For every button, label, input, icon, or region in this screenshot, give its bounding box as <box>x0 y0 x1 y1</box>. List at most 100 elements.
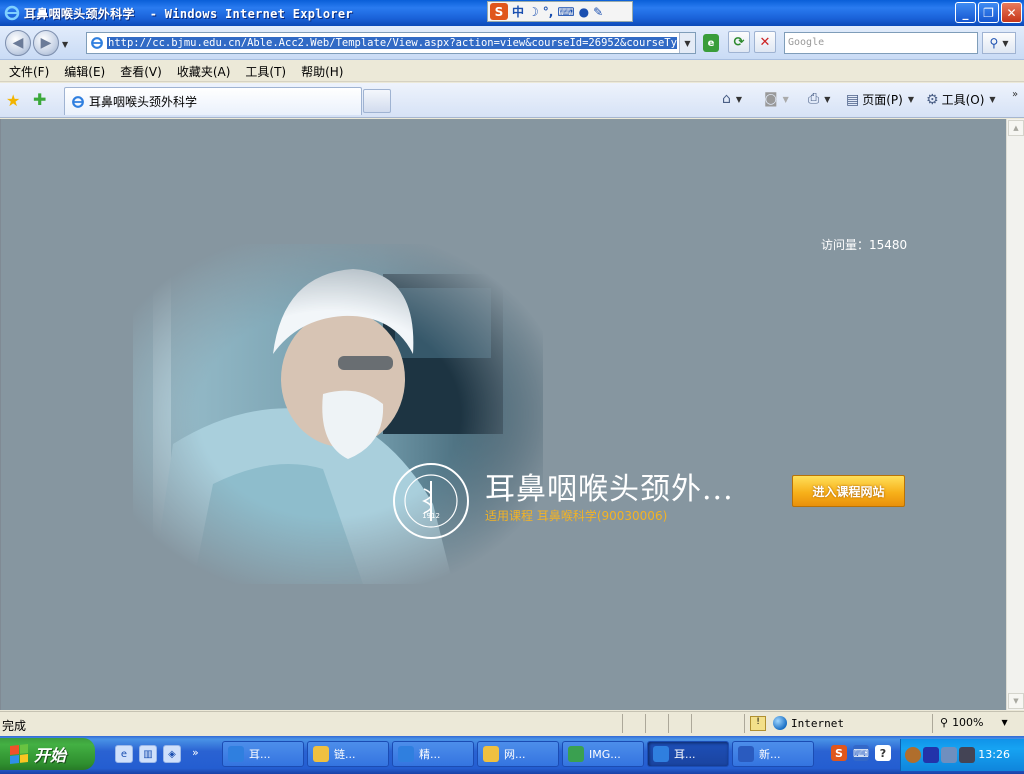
zoom-control[interactable]: ⚲ 100% ▼ <box>940 716 1008 729</box>
task-word-icon <box>738 746 754 762</box>
home-button[interactable]: ⌂ ▼ <box>722 91 742 107</box>
stop-button[interactable]: ✕ <box>754 31 776 53</box>
feeds-button[interactable]: ◙ ▼ <box>764 91 789 107</box>
task-label: 新... <box>759 748 781 761</box>
refresh-icon: ⟳ <box>733 34 745 50</box>
page-icon: ▤ <box>846 91 860 108</box>
address-url[interactable]: http://cc.bjmu.edu.cn/Able.Acc2.Web/Temp… <box>107 37 677 49</box>
vertical-scrollbar[interactable]: ▲ ▼ <box>1006 119 1024 710</box>
add-favorite-icon[interactable]: ✚ <box>33 90 46 109</box>
task-button-2[interactable]: 链... <box>307 741 389 767</box>
ime-chinese-mode[interactable]: 中 <box>512 3 524 20</box>
task-label: 精... <box>419 748 441 761</box>
tray-audio-icon[interactable] <box>923 747 939 763</box>
quicklaunch-ie-icon[interactable]: e <box>115 745 133 763</box>
tools-dropdown-icon: ▼ <box>989 95 996 104</box>
address-dropdown-icon[interactable]: ▼ <box>679 33 695 53</box>
status-divider <box>668 714 669 733</box>
task-button-3[interactable]: 精... <box>392 741 474 767</box>
ime-keyboard-icon[interactable]: ⌨ <box>557 5 574 19</box>
menu-tools[interactable]: 工具(T) <box>245 63 286 80</box>
search-dropdown-icon: ▼ <box>1002 38 1009 48</box>
tab-title: 耳鼻咽喉头颈外科学 <box>89 95 198 109</box>
window-title: 耳鼻咽喉头颈外科学 - Windows Internet Explorer <box>24 6 353 21</box>
menu-view[interactable]: 查看(V) <box>120 63 162 80</box>
search-button[interactable]: ⚲ ▼ <box>982 32 1016 54</box>
course-subtitle: 适用课程 耳鼻喉科学(90030006) <box>485 509 668 523</box>
menu-bar: 文件(F) 编辑(E) 查看(V) 收藏夹(A) 工具(T) 帮助(H) <box>0 61 1024 82</box>
security-zone[interactable]: Internet <box>773 716 844 730</box>
compatibility-shield-icon[interactable]: e <box>703 34 719 52</box>
refresh-button[interactable]: ⟳ <box>728 31 750 53</box>
menu-help[interactable]: 帮助(H) <box>301 63 343 80</box>
favorites-star-icon[interactable]: ★ <box>6 91 20 110</box>
taskbar-clock[interactable]: 13:26 <box>978 748 1010 761</box>
sogou-ime-icon[interactable]: S <box>490 3 508 20</box>
task-folder-icon <box>313 746 329 762</box>
history-dropdown-icon[interactable]: ▼ <box>62 40 68 49</box>
scroll-up-icon[interactable]: ▲ <box>1008 120 1024 136</box>
ime-user-icon[interactable]: ● <box>579 5 589 19</box>
close-button[interactable]: ✕ <box>1001 2 1022 23</box>
task-label: 耳... <box>249 748 271 761</box>
protected-mode-icon[interactable]: ! <box>750 716 766 731</box>
task-button-6[interactable]: 耳... <box>647 741 729 767</box>
task-button-7[interactable]: 新... <box>732 741 814 767</box>
status-divider <box>645 714 646 733</box>
quicklaunch-media-icon[interactable]: ◈ <box>163 745 181 763</box>
page-menu-button[interactable]: ▤ 页面(P) ▼ <box>846 91 914 108</box>
quicklaunch-doc-icon[interactable]: ▥ <box>139 745 157 763</box>
tools-menu-button[interactable]: ⚙ 工具(O) ▼ <box>926 91 996 108</box>
tray-sogou-icon[interactable]: S <box>831 745 847 761</box>
tray-help-icon[interactable]: ? <box>875 745 891 761</box>
address-field[interactable]: http://cc.bjmu.edu.cn/Able.Acc2.Web/Temp… <box>86 32 696 54</box>
tab-current[interactable]: 耳鼻咽喉头颈外科学 <box>64 87 362 115</box>
tab-ie-icon <box>72 95 84 108</box>
tray-device-icon[interactable] <box>959 747 975 763</box>
tray-input-icon[interactable]: ⌨ <box>853 745 869 761</box>
scroll-down-icon[interactable]: ▼ <box>1008 693 1024 709</box>
search-icon: ⚲ <box>989 36 999 50</box>
quick-launch: e ▥ ◈ <box>115 745 181 763</box>
tray-network-icon[interactable] <box>941 747 957 763</box>
task-ie-icon <box>398 746 414 762</box>
university-seal-logo: 1912 <box>393 463 469 539</box>
task-ie-icon <box>653 746 669 762</box>
start-label: 开始 <box>34 746 67 765</box>
status-divider <box>932 714 933 733</box>
forward-button[interactable]: ▶ <box>33 30 59 56</box>
task-button-4[interactable]: 网... <box>477 741 559 767</box>
ime-wrench-icon[interactable]: ✎ <box>593 5 603 19</box>
ime-moon-icon[interactable]: ☽ <box>528 5 539 19</box>
ime-toolbar[interactable]: S 中 ☽ °, ⌨ ● ✎ <box>487 1 633 22</box>
ime-punctuation-icon[interactable]: °, <box>543 5 554 19</box>
zoom-dropdown-icon: ▼ <box>1001 718 1008 727</box>
zoom-icon: ⚲ <box>940 716 949 729</box>
visit-counter: 访问量：15480 <box>821 238 908 252</box>
task-button-5[interactable]: IMG... <box>562 741 644 767</box>
print-dropdown-icon: ▼ <box>824 94 831 104</box>
task-button-1[interactable]: 耳... <box>222 741 304 767</box>
window-title-bar[interactable]: 耳鼻咽喉头颈外科学 - Windows Internet Explorer S … <box>0 0 1024 26</box>
home-icon: ⌂ <box>722 91 731 107</box>
menu-edit[interactable]: 编辑(E) <box>64 63 105 80</box>
task-image-icon <box>568 746 584 762</box>
tab-bar: ★ ✚ 耳鼻咽喉头颈外科学 ⌂ ▼ ◙ ▼ ⎙ ▼ ▤ 页面(P) ▼ ⚙ 工具(O) ▼ » <box>0 83 1024 118</box>
search-input[interactable]: Google <box>784 32 978 54</box>
menu-favorites[interactable]: 收藏夹(A) <box>177 63 231 80</box>
restore-button[interactable]: ❐ <box>978 2 999 23</box>
back-button[interactable]: ◀ <box>5 30 31 56</box>
chevron-more-icon[interactable]: » <box>1012 89 1018 100</box>
new-tab-button[interactable] <box>363 89 391 113</box>
minimize-button[interactable]: _ <box>955 2 976 23</box>
task-label: IMG... <box>589 747 621 761</box>
print-button[interactable]: ⎙ ▼ <box>808 91 830 107</box>
menu-file[interactable]: 文件(F) <box>9 63 49 80</box>
enter-course-button[interactable]: 进入课程网站 <box>792 475 905 507</box>
task-label: 链... <box>334 748 356 761</box>
quicklaunch-more-icon[interactable]: » <box>192 746 199 759</box>
tray-expand-icon[interactable] <box>905 747 921 763</box>
page-ie-icon <box>91 37 103 49</box>
start-button[interactable]: 开始 <box>0 738 95 770</box>
status-bar: 完成 ! Internet ⚲ 100% ▼ <box>0 711 1024 735</box>
